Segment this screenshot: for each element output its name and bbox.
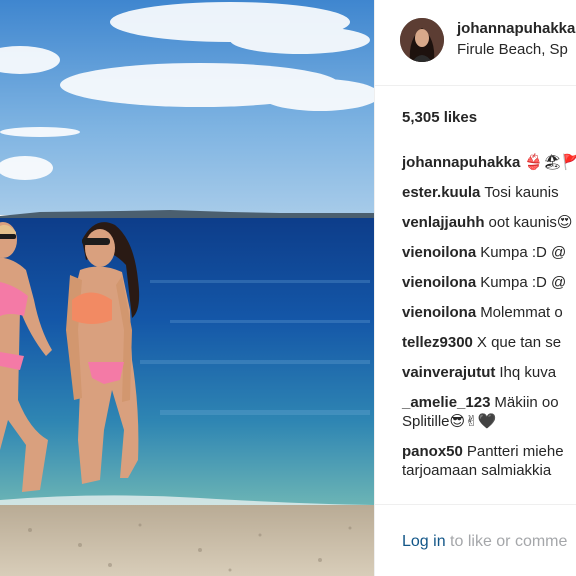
comment-username[interactable]: johannapuhakka	[402, 154, 520, 171]
comment-text-continued: Splitille😎✌🖤	[402, 413, 497, 430]
comments-list: johannapuhakka 👙🏖🚩 ester.kuula Tosi kaunis…	[402, 153, 576, 491]
comment-username[interactable]: vainverajutut	[402, 364, 495, 381]
comment-username[interactable]: _amelie_123	[402, 394, 490, 411]
comment-username[interactable]: vienoilona	[402, 304, 476, 321]
comment-item: vienoilona Kumpa :D @	[402, 273, 576, 292]
avatar[interactable]	[400, 18, 444, 62]
comment-item: johannapuhakka 👙🏖🚩	[402, 153, 576, 172]
comment-username[interactable]: vienoilona	[402, 274, 476, 291]
comment-text: X que tan se	[476, 334, 562, 351]
comment-item: ester.kuula Tosi kaunis	[402, 183, 576, 202]
comment-item: tellez9300 X que tan se	[402, 333, 576, 352]
post-footer: Log in to like or comme	[375, 504, 576, 576]
comment-username[interactable]: ester.kuula	[402, 184, 480, 201]
comment-item: vienoilona Molemmat o	[402, 303, 576, 322]
comment-text: 👙🏖🚩	[524, 153, 576, 171]
comment-item: vainverajutut Ihq kuva	[402, 363, 576, 382]
comment-text: Tosi kaunis	[484, 184, 559, 201]
post-header: johannapuhakka Firule Beach, Sp	[375, 0, 576, 86]
login-prompt-text: to like or comme	[445, 533, 568, 550]
comment-item: vienoilona Kumpa :D @	[402, 243, 576, 262]
comment-text: Pantteri miehe	[466, 443, 564, 460]
comment-text-continued: tarjoamaan salmiakkia	[402, 462, 552, 479]
comment-item: panox50 Pantteri miehe tarjoamaan salmiak…	[402, 442, 576, 480]
profile-photo-icon	[400, 18, 444, 62]
post-sidebar: johannapuhakka Firule Beach, Sp 5,305 li…	[374, 0, 576, 576]
login-link[interactable]: Log in	[402, 533, 446, 550]
likes-count[interactable]: 5,305 likes	[402, 109, 477, 126]
comment-text: Mäkiin oo	[494, 394, 559, 411]
comment-username[interactable]: tellez9300	[402, 334, 473, 351]
login-prompt: Log in to like or comme	[402, 533, 567, 551]
comment-text: Ihq kuva	[499, 364, 557, 381]
post-photo[interactable]	[0, 0, 374, 576]
comment-item: _amelie_123 Mäkiin oo Splitille😎✌🖤	[402, 393, 576, 431]
comment-text: Kumpa :D @	[480, 274, 567, 291]
comment-username[interactable]: panox50	[402, 443, 463, 460]
comment-username[interactable]: venlajjauhh	[402, 214, 485, 231]
comment-item: venlajjauhh oot kaunis😍	[402, 213, 576, 232]
comment-text: Kumpa :D @	[480, 244, 567, 261]
beach-photo	[0, 0, 374, 576]
comment-username[interactable]: vienoilona	[402, 244, 476, 261]
comment-text: oot kaunis😍	[488, 214, 573, 231]
comment-text: Molemmat o	[480, 304, 563, 321]
post-location[interactable]: Firule Beach, Sp	[457, 41, 568, 58]
post-author-username[interactable]: johannapuhakka	[457, 20, 575, 37]
